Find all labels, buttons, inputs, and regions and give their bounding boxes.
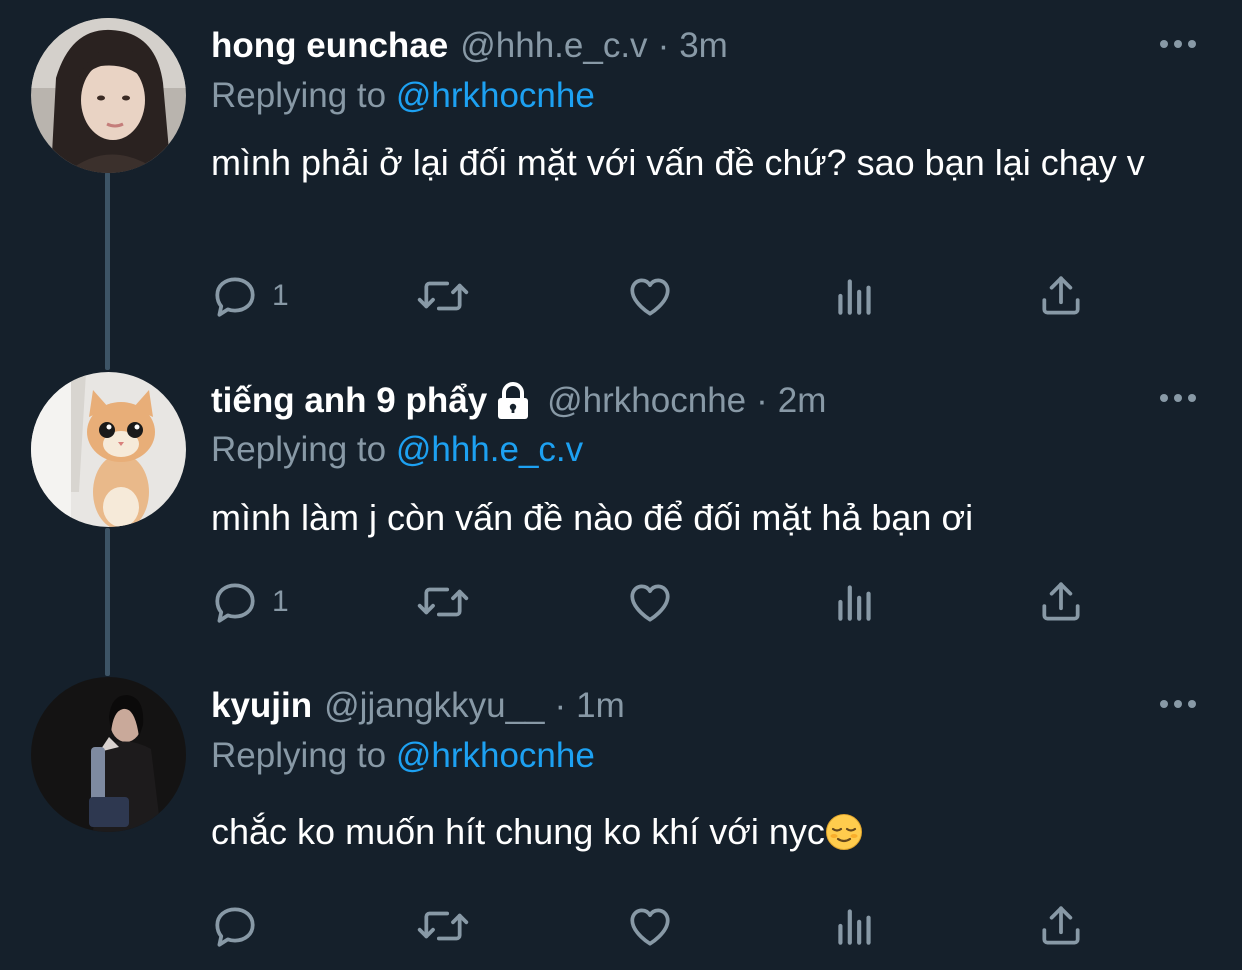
replying-to: Replying to @hrkhocnhe (211, 736, 595, 776)
more-options-icon[interactable] (1158, 694, 1198, 714)
tweet-text-container: chắc ko muốn hít chung ko khí với nyc (211, 808, 1171, 856)
heart-icon (630, 908, 670, 946)
display-name[interactable]: kyujin (211, 686, 312, 726)
relieved-face-emoji (825, 813, 863, 851)
separator-dot: · (554, 686, 567, 725)
replying-to-mention[interactable]: @hrkhocnhe (396, 736, 595, 775)
share-icon (1042, 906, 1080, 945)
retweet-button[interactable] (415, 898, 471, 954)
like-button[interactable] (625, 898, 675, 954)
timestamp[interactable]: 1m (576, 686, 625, 726)
analytics-button[interactable] (830, 898, 880, 954)
tweet-3[interactable]: kyujin @jjangkkyu__ · 1m Replying to @hr… (0, 0, 1242, 970)
reply-button[interactable] (210, 898, 272, 954)
tweet-text: chắc ko muốn hít chung ko khí với nyc (211, 811, 825, 852)
share-button[interactable] (1036, 898, 1086, 954)
retweet-icon (417, 911, 469, 941)
avatar-kyujin[interactable] (31, 677, 186, 832)
reply-icon (215, 907, 255, 947)
replying-to-label: Replying to (211, 736, 387, 775)
action-bar (210, 898, 1110, 954)
analytics-icon (838, 909, 871, 945)
user-handle[interactable]: @jjangkkyu__ (324, 686, 544, 726)
